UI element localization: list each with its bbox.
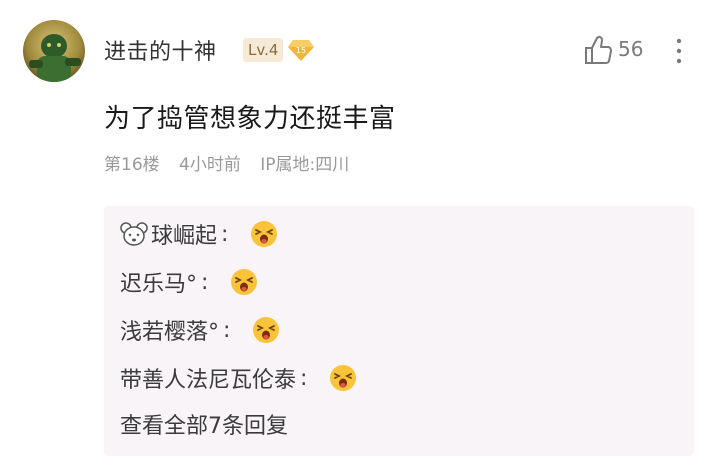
level-badge: Lv.4 <box>243 38 284 62</box>
laughing-crying-emoji <box>253 317 280 343</box>
reply-author[interactable]: 球崛起 <box>151 218 217 250</box>
laughing-crying-emoji <box>231 269 258 295</box>
laughing-crying-emoji <box>251 221 278 247</box>
reply-author[interactable]: 带善人法尼瓦伦泰 <box>120 362 296 394</box>
reply-item[interactable]: 带善人法尼瓦伦泰 : <box>120 362 357 394</box>
vertical-ellipsis-icon[interactable] <box>672 36 686 66</box>
avatar[interactable] <box>23 20 85 82</box>
reply-author[interactable]: 浅若樱落° <box>120 314 219 346</box>
reply-colon: : <box>300 365 308 391</box>
floor-number: 第16楼 <box>104 155 160 175</box>
gem-label: 15 <box>296 46 306 55</box>
reply-colon: : <box>221 221 229 247</box>
like-count: 56 <box>618 37 644 61</box>
laughing-crying-emoji <box>330 365 357 391</box>
avatar-image <box>23 20 85 82</box>
comment-meta: 第16楼 4小时前 IP属地:四川 <box>104 150 363 175</box>
reply-colon: : <box>223 317 231 343</box>
gem-icon: 15 <box>287 38 315 62</box>
post-time: 4小时前 <box>179 155 241 175</box>
reply-colon: : <box>201 269 209 295</box>
username[interactable]: 进击的十神 <box>104 34 217 66</box>
reply-item[interactable]: 迟乐马° : <box>120 266 258 298</box>
reply-item[interactable]: 浅若樱落° : <box>120 314 280 346</box>
thumbs-up-icon[interactable] <box>583 34 613 66</box>
reply-author[interactable]: 迟乐马° <box>120 266 197 298</box>
replies-panel: 球崛起 : 迟乐马° : 浅若樱落° : 带善人法尼瓦伦泰 : 查看全部7条回复 <box>104 206 694 456</box>
ip-location: IP属地:四川 <box>260 155 350 175</box>
comment-text: 为了捣管想象力还挺丰富 <box>104 104 396 134</box>
reply-item[interactable]: 球崛起 : <box>120 218 278 250</box>
view-all-replies-link[interactable]: 查看全部7条回复 <box>120 408 288 440</box>
mouse-face-icon <box>120 222 148 246</box>
